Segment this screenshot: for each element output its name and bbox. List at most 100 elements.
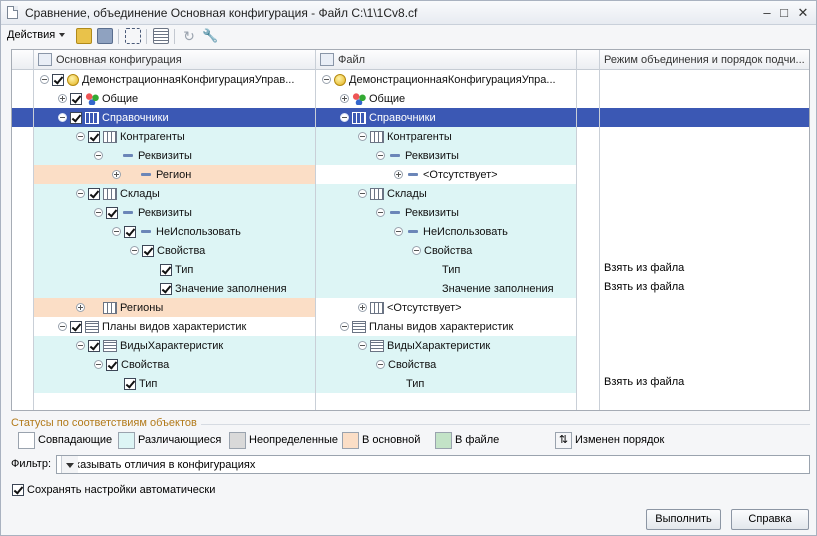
tree-node[interactable]: НеИспользовать: [394, 224, 508, 239]
node-checkbox[interactable]: [106, 358, 118, 371]
collapse-icon[interactable]: [112, 227, 121, 236]
main-config-cell[interactable]: Склады: [34, 184, 315, 203]
main-config-cell[interactable]: Реквизиты: [34, 146, 315, 165]
table-row[interactable]: Значение заполнения Значение заполнения Вз…: [12, 279, 809, 298]
file-cell[interactable]: <Отсутствует>: [316, 298, 576, 317]
tree-node[interactable]: Свойства: [130, 243, 205, 258]
node-checkbox[interactable]: [70, 92, 82, 105]
mode-cell[interactable]: [600, 89, 809, 108]
main-config-cell[interactable]: Планы видов характеристик: [34, 317, 315, 336]
node-checkbox[interactable]: [88, 339, 100, 352]
tree-node[interactable]: Реквизиты: [94, 205, 192, 220]
minimize-button[interactable]: –: [758, 4, 776, 21]
collapse-icon[interactable]: [358, 189, 367, 198]
main-config-cell[interactable]: Значение заполнения: [34, 279, 315, 298]
main-config-cell[interactable]: ДемонстрационнаяКонфигурацияУправ...: [34, 70, 315, 89]
table-row[interactable]: Реквизиты Реквизиты: [12, 146, 809, 165]
collapse-icon[interactable]: [358, 132, 367, 141]
main-config-cell[interactable]: Регион: [34, 165, 315, 184]
collapse-icon[interactable]: [94, 208, 103, 217]
node-checkbox[interactable]: [160, 282, 172, 295]
main-config-header[interactable]: Основная конфигурация: [56, 54, 311, 66]
file-cell[interactable]: ВидыХарактеристик: [316, 336, 576, 355]
tree-node[interactable]: Свойства: [412, 243, 472, 258]
file-cell[interactable]: Общие: [316, 89, 576, 108]
table-row[interactable]: Реквизиты Реквизиты: [12, 203, 809, 222]
file-cell[interactable]: Реквизиты: [316, 146, 576, 165]
chevron-down-icon[interactable]: [61, 456, 78, 473]
node-checkbox[interactable]: [88, 187, 100, 200]
main-config-cell[interactable]: Тип: [34, 374, 315, 393]
main-config-cell[interactable]: Реквизиты: [34, 203, 315, 222]
file-cell[interactable]: Свойства: [316, 241, 576, 260]
table-row[interactable]: Справочники Справочники: [12, 108, 809, 127]
close-button[interactable]: ✕: [794, 4, 812, 21]
tree-node[interactable]: <Отсутствует>: [358, 300, 462, 315]
tree-node[interactable]: Склады: [358, 186, 427, 201]
tree-node[interactable]: Значение заполнения: [430, 281, 554, 296]
tree-node[interactable]: Контрагенты: [358, 129, 452, 144]
tree-node[interactable]: <Отсутствует>: [394, 167, 498, 182]
mode-cell[interactable]: [600, 203, 809, 222]
mode-cell[interactable]: Взять из файла: [600, 279, 809, 298]
help-button[interactable]: Справка: [731, 509, 809, 530]
report-icon[interactable]: [153, 28, 169, 44]
collapse-icon[interactable]: [394, 227, 403, 236]
collapse-icon[interactable]: [340, 113, 349, 122]
expand-icon[interactable]: [76, 303, 85, 312]
mode-cell[interactable]: Взять из файла: [600, 374, 809, 393]
expand-icon[interactable]: [394, 170, 403, 179]
collapse-icon[interactable]: [76, 132, 85, 141]
settings-icon[interactable]: 🔧: [202, 28, 218, 44]
collapse-icon[interactable]: [58, 113, 67, 122]
node-checkbox[interactable]: [142, 244, 154, 257]
tree-node[interactable]: Реквизиты: [94, 148, 192, 163]
mode-cell[interactable]: [600, 336, 809, 355]
tree-node[interactable]: Планы видов характеристик: [340, 319, 513, 334]
file-header[interactable]: Файл: [338, 54, 568, 66]
file-cell[interactable]: Контрагенты: [316, 127, 576, 146]
main-config-cell[interactable]: Свойства: [34, 241, 315, 260]
tree-node[interactable]: Реквизиты: [376, 148, 459, 163]
collapse-icon[interactable]: [58, 322, 67, 331]
mode-cell[interactable]: [600, 146, 809, 165]
collapse-icon[interactable]: [130, 246, 139, 255]
node-checkbox[interactable]: [106, 206, 118, 219]
refresh-icon[interactable]: ↻: [181, 28, 197, 44]
file-cell[interactable]: Справочники: [316, 108, 576, 127]
collapse-icon[interactable]: [94, 360, 103, 369]
table-row[interactable]: Свойства Свойства: [12, 355, 809, 374]
file-cell[interactable]: Свойства: [316, 355, 576, 374]
file-cell[interactable]: Значение заполнения: [316, 279, 576, 298]
node-checkbox[interactable]: [124, 225, 136, 238]
expand-icon[interactable]: [112, 170, 121, 179]
tree-node[interactable]: Справочники: [340, 110, 436, 125]
table-row[interactable]: Склады Склады: [12, 184, 809, 203]
mode-cell[interactable]: [600, 355, 809, 374]
tree-node[interactable]: Тип: [394, 376, 424, 391]
node-checkbox[interactable]: [52, 73, 64, 86]
actions-menu[interactable]: Действия: [7, 29, 65, 41]
expand-icon[interactable]: [340, 94, 349, 103]
main-config-cell[interactable]: Регионы: [34, 298, 315, 317]
file-cell[interactable]: Тип: [316, 260, 576, 279]
mode-cell[interactable]: [600, 127, 809, 146]
select-icon[interactable]: [125, 28, 141, 44]
table-row[interactable]: Тип Тип Взять из файла: [12, 260, 809, 279]
mode-cell[interactable]: [600, 317, 809, 336]
collapse-icon[interactable]: [412, 246, 421, 255]
main-config-cell[interactable]: Свойства: [34, 355, 315, 374]
expand-icon[interactable]: [358, 303, 367, 312]
collapse-icon[interactable]: [40, 75, 49, 84]
save-icon[interactable]: [97, 28, 113, 44]
tree-node[interactable]: Тип: [430, 262, 460, 277]
node-checkbox[interactable]: [88, 130, 100, 143]
run-button[interactable]: Выполнить: [646, 509, 721, 530]
tree-node[interactable]: Склады: [76, 186, 160, 201]
table-row[interactable]: Свойства Свойства: [12, 241, 809, 260]
table-row[interactable]: ДемонстрационнаяКонфигурацияУправ... Демо…: [12, 70, 809, 89]
mode-cell[interactable]: [600, 241, 809, 260]
node-checkbox[interactable]: [70, 111, 82, 124]
tree-node[interactable]: ДемонстрационнаяКонфигурацияУправ...: [40, 72, 294, 87]
mode-cell[interactable]: [600, 222, 809, 241]
